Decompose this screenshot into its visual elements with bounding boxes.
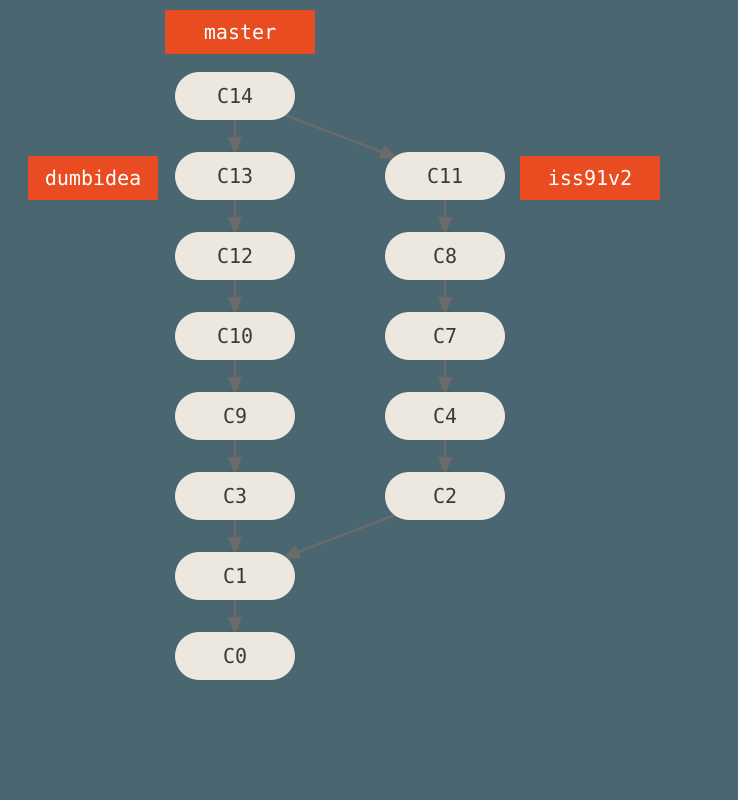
commit-label: C14 [217,84,253,108]
commit-label: C8 [433,244,457,268]
commit-c12: C12 [175,232,295,280]
commit-c10: C10 [175,312,295,360]
commit-c11: C11 [385,152,505,200]
commit-label: C0 [223,644,247,668]
edge-c14-c11 [285,115,396,157]
commit-label: C9 [223,404,247,428]
edges-layer [0,0,738,800]
commit-label: C12 [217,244,253,268]
commit-c9: C9 [175,392,295,440]
commit-c0: C0 [175,632,295,680]
commit-c4: C4 [385,392,505,440]
branch-label-dumbidea: dumbidea [28,156,158,200]
commit-c7: C7 [385,312,505,360]
branch-text: iss91v2 [548,166,632,190]
commit-label: C3 [223,484,247,508]
git-graph: master dumbidea iss91v2 C14 C13 C12 C10 … [0,0,738,800]
commit-c2: C2 [385,472,505,520]
commit-c1: C1 [175,552,295,600]
commit-label: C10 [217,324,253,348]
commit-c8: C8 [385,232,505,280]
commit-label: C4 [433,404,457,428]
commit-c3: C3 [175,472,295,520]
branch-label-iss91v2: iss91v2 [520,156,660,200]
commit-label: C2 [433,484,457,508]
edge-c2-c1 [285,515,396,557]
commit-label: C7 [433,324,457,348]
commit-label: C11 [427,164,463,188]
commit-c13: C13 [175,152,295,200]
commit-label: C1 [223,564,247,588]
branch-label-master: master [165,10,315,54]
branch-text: dumbidea [45,166,141,190]
branch-text: master [204,20,276,44]
commit-label: C13 [217,164,253,188]
commit-c14: C14 [175,72,295,120]
